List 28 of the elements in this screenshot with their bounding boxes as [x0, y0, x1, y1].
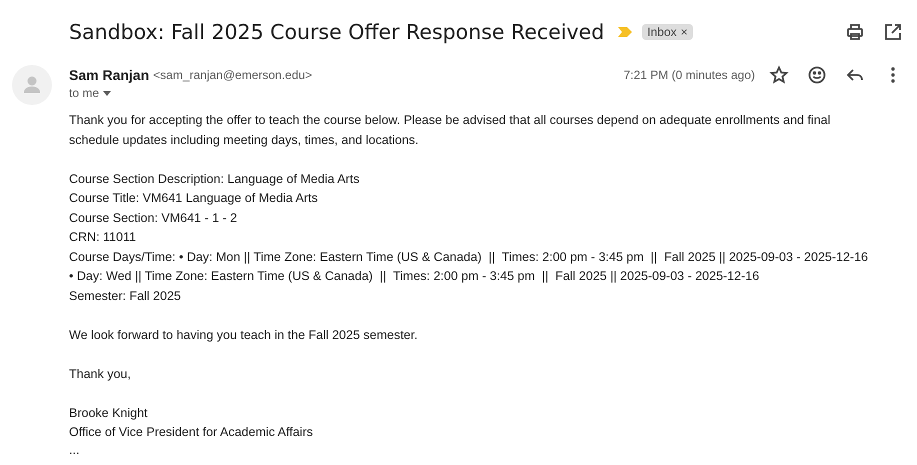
message-line: Semester: Fall 2025 — [69, 288, 182, 304]
message-line: Brooke Knight — [69, 404, 149, 422]
print-icon[interactable] — [845, 22, 865, 42]
email-subject: Sandbox: Fall 2025 Course Offer Response Received — [69, 20, 604, 44]
sender-name: Sam Ranjan — [69, 67, 150, 83]
message-line: Thank you for accepting the offer to teach the course below. Please be advised that all courses depend on adequate enrollments and final — [69, 112, 832, 129]
message-line: We look forward to having you teach in the Fall 2025 semester. — [69, 326, 419, 344]
message-line: Course Title: VM641 Language of Media Arts — [69, 190, 319, 207]
message-line: CRN: 11011 — [69, 229, 137, 246]
caret-icon — [103, 90, 112, 96]
importance-marker-icon[interactable] — [618, 27, 632, 37]
remove-label-button[interactable]: × — [680, 25, 688, 39]
message-line: schedule updates including meeting days, times, and locations. — [69, 132, 420, 149]
message-line: Course Section: VM641 - 1 - 2 — [69, 210, 238, 226]
message-line: • Day: Wed || Time Zone: Eastern Time (US & Canada) || Times: 2:00 pm - 3:45 pm || Fall 2025 || 2025-09-03 - 2025-12-16 — [69, 268, 760, 285]
avatar — [12, 65, 52, 105]
emoji-icon[interactable] — [807, 65, 827, 85]
message-line: Course Section Description: Language of Media Arts — [69, 170, 360, 188]
received-time: 7:21 PM (0 minutes ago) — [624, 68, 755, 82]
message-line: Thank you, — [69, 366, 132, 383]
inbox-label: Inbox × — [642, 24, 693, 40]
star-icon[interactable] — [769, 65, 789, 85]
recipients-dropdown[interactable]: to me — [69, 86, 112, 100]
message-line: Course Days/Time: • Day: Mon || Time Zone: Eastern Time (US & Canada) || Times: 2:00 pm - 3:45 pm || Fall 2025 || 2025-09-03 - 2025-12-16 — [69, 248, 869, 266]
sender-email: <sam_ranjan@emerson.edu> — [153, 68, 312, 82]
open-in-new-window-icon[interactable] — [883, 22, 903, 42]
trimmed-content-toggle[interactable]: ... — [69, 446, 80, 454]
message-line: Office of Vice President for Academic Affairs — [69, 424, 314, 441]
